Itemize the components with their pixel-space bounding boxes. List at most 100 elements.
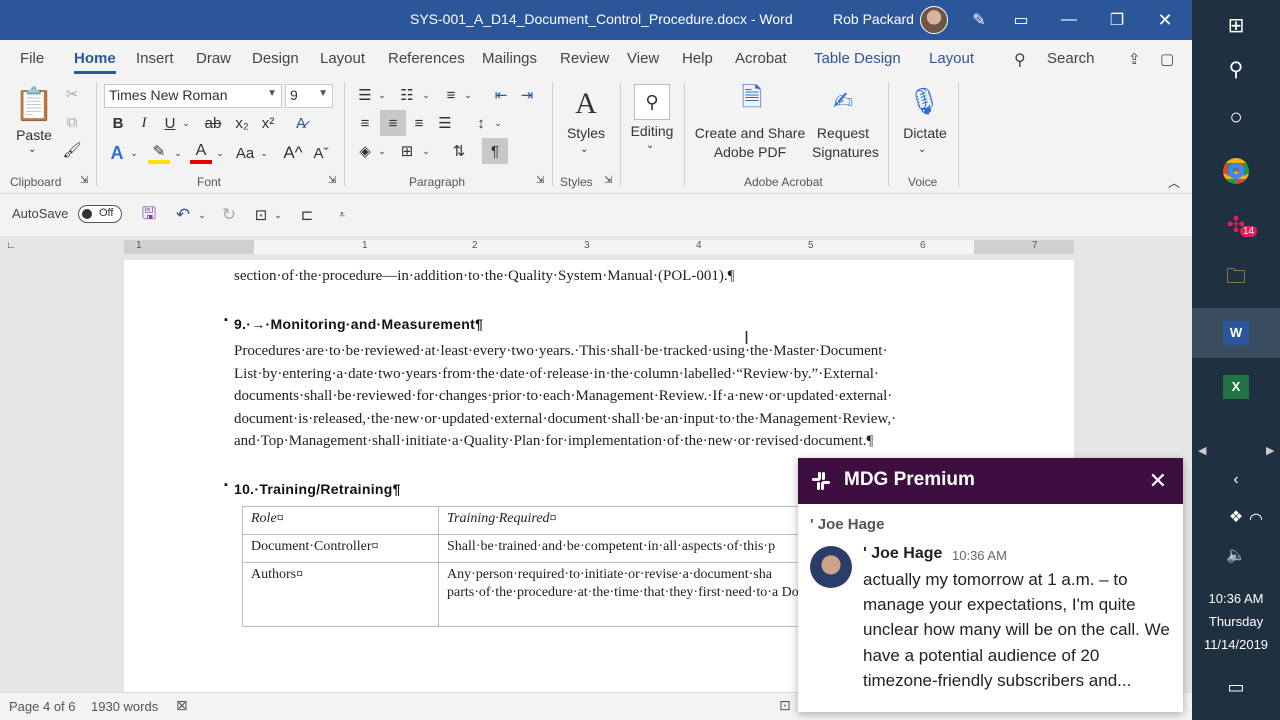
tab-selector-icon[interactable]: ∟ <box>6 240 18 252</box>
align-center-icon[interactable]: ≡ <box>380 110 406 136</box>
change-case-dropdown-icon[interactable]: ⌄ <box>258 142 270 164</box>
tab-review[interactable]: Review <box>560 50 609 67</box>
body-paragraph[interactable]: Procedures·are·to·be·reviewed·at·least·e… <box>234 340 974 453</box>
tab-file[interactable]: File <box>20 50 44 67</box>
clipboard-launcher-icon[interactable]: ⇲ <box>80 175 88 186</box>
tab-table-design[interactable]: Table Design <box>814 50 901 67</box>
search-box[interactable]: Search <box>1047 50 1095 67</box>
focus-mode-icon[interactable]: ⊡ <box>779 697 791 714</box>
strikethrough-icon[interactable]: ab <box>202 112 224 134</box>
tab-draw[interactable]: Draw <box>196 50 231 67</box>
proofing-icon[interactable]: ⊠ <box>176 697 188 714</box>
copy-icon[interactable]: ⧉ <box>62 112 82 132</box>
font-color-icon[interactable]: A <box>190 142 212 164</box>
font-size-combo[interactable]: 9 ▼ <box>285 84 333 108</box>
microphone-icon[interactable]: 🎙 <box>908 84 941 118</box>
font-color-dropdown-icon[interactable]: ⌄ <box>214 142 226 164</box>
clock-time[interactable]: 10:36 AM <box>1192 591 1280 606</box>
message-text[interactable]: actually my tomorrow at 1 a.m. – to mana… <box>863 567 1173 693</box>
slack-app-icon[interactable]: ✣ 14 <box>1192 200 1280 250</box>
text-effects-icon[interactable]: A <box>106 142 128 164</box>
tab-help[interactable]: Help <box>682 50 713 67</box>
text-effects-dropdown-icon[interactable]: ⌄ <box>128 142 140 164</box>
user-avatar[interactable] <box>920 6 948 34</box>
comment-icon[interactable]: ⊏ <box>296 204 318 226</box>
heading-monitoring[interactable]: ▪ 9.·→·Monitoring·and·Measurement¶ <box>224 314 483 332</box>
save-icon[interactable]: 🖫 <box>138 204 160 226</box>
shrink-font-icon[interactable]: Aˇ <box>310 142 332 164</box>
editing-dropdown-icon[interactable]: ⌄ <box>646 140 654 151</box>
customize-qat-icon[interactable]: ⩡ <box>334 204 350 226</box>
align-right-icon[interactable]: ≡ <box>408 112 430 134</box>
search-icon[interactable]: ⚲ <box>1192 44 1280 94</box>
increase-indent-icon[interactable]: ⇥ <box>516 84 538 106</box>
file-explorer-icon[interactable]: 🗀 <box>1192 254 1280 304</box>
cortana-icon[interactable]: ○ <box>1192 92 1280 142</box>
bold-icon[interactable]: B <box>108 112 128 134</box>
minimize-button[interactable]: — <box>1046 0 1092 40</box>
numbering-icon[interactable]: ☷ <box>396 84 418 106</box>
share-icon[interactable]: ⇪ <box>1128 50 1141 68</box>
chrome-icon[interactable] <box>1192 146 1280 196</box>
cut-icon[interactable]: ✂ <box>62 84 82 104</box>
close-notification-button[interactable]: ✕ <box>1149 468 1167 494</box>
search-icon[interactable]: ⚲ <box>1014 50 1026 70</box>
font-launcher-icon[interactable]: ⇲ <box>328 175 336 186</box>
line-spacing-dropdown-icon[interactable]: ⌄ <box>492 112 504 134</box>
heading-training[interactable]: ▪ 10.·Training/Retraining¶ <box>224 479 401 497</box>
styles-button[interactable]: Styles <box>560 124 612 143</box>
excel-app-icon[interactable]: X <box>1192 362 1280 412</box>
paste-dropdown-icon[interactable]: ⌄ <box>28 144 36 155</box>
styles-launcher-icon[interactable]: ⇲ <box>604 175 612 186</box>
undo-icon[interactable]: ↶ <box>172 204 194 226</box>
styles-icon[interactable]: A <box>566 84 606 124</box>
editing-button[interactable]: Editing <box>626 122 678 141</box>
tab-references[interactable]: References <box>388 50 465 67</box>
signature-icon[interactable]: ✍ <box>826 84 860 118</box>
tab-home[interactable]: Home <box>74 50 116 74</box>
word-app-icon[interactable]: W <box>1192 308 1280 358</box>
line-spacing-icon[interactable]: ↕ <box>470 112 492 134</box>
font-name-combo[interactable]: Times New Roman ▼ <box>104 84 282 108</box>
tab-insert[interactable]: Insert <box>136 50 174 67</box>
grow-font-icon[interactable]: A^ <box>282 142 304 164</box>
touch-mode-dropdown-icon[interactable]: ⌄ <box>272 204 284 226</box>
styles-dropdown-icon[interactable]: ⌄ <box>580 144 588 155</box>
underline-icon[interactable]: U <box>160 112 180 134</box>
page-count[interactable]: Page 4 of 6 <box>9 699 76 714</box>
subscript-icon[interactable]: x₂ <box>232 112 252 134</box>
tab-mailings[interactable]: Mailings <box>482 50 537 67</box>
volume-icon[interactable]: 🔈 <box>1192 530 1280 580</box>
table-cell[interactable]: Document·Controller¤ <box>242 534 439 563</box>
multilevel-dropdown-icon[interactable]: ⌄ <box>462 84 474 106</box>
table-cell[interactable]: Authors¤ <box>242 562 439 627</box>
change-case-icon[interactable]: Aa <box>232 142 258 164</box>
paragraph-launcher-icon[interactable]: ⇲ <box>536 175 544 186</box>
bullets-icon[interactable]: ☰ <box>354 84 376 106</box>
clear-formatting-icon[interactable]: A̷ <box>290 112 312 134</box>
highlight-dropdown-icon[interactable]: ⌄ <box>172 142 184 164</box>
clock-day[interactable]: Thursday <box>1192 614 1280 629</box>
borders-dropdown-icon[interactable]: ⌄ <box>420 140 432 162</box>
pen-icon[interactable]: ✎ <box>956 0 1002 40</box>
multilevel-list-icon[interactable]: ≡ <box>440 84 462 106</box>
touch-mode-icon[interactable]: ⊡ <box>250 204 272 226</box>
sort-icon[interactable]: ⇅ <box>448 140 470 162</box>
shading-icon[interactable]: ◈ <box>354 140 376 162</box>
slack-notification[interactable]: MDG Premium ✕ ' Joe Hage ' Joe Hage 10:3… <box>798 458 1183 712</box>
paste-label[interactable]: Paste <box>12 126 56 145</box>
magnifier-icon[interactable]: ⚲ <box>634 84 670 120</box>
word-count[interactable]: 1930 words <box>91 699 158 714</box>
tab-acrobat[interactable]: Acrobat <box>735 50 787 67</box>
request-signatures-button[interactable]: Request Signatures <box>812 124 879 162</box>
tab-layout[interactable]: Layout <box>320 50 365 67</box>
underline-dropdown-icon[interactable]: ⌄ <box>180 112 192 134</box>
tab-design[interactable]: Design <box>252 50 299 67</box>
table-header-cell[interactable]: Role¤ <box>242 506 439 535</box>
borders-icon[interactable]: ⊞ <box>396 140 418 162</box>
undo-dropdown-icon[interactable]: ⌄ <box>196 204 208 226</box>
superscript-icon[interactable]: x² <box>258 112 278 134</box>
ribbon-display-options-icon[interactable]: ▭ <box>998 0 1044 40</box>
justify-icon[interactable]: ☰ <box>434 112 456 134</box>
bullets-dropdown-icon[interactable]: ⌄ <box>376 84 388 106</box>
